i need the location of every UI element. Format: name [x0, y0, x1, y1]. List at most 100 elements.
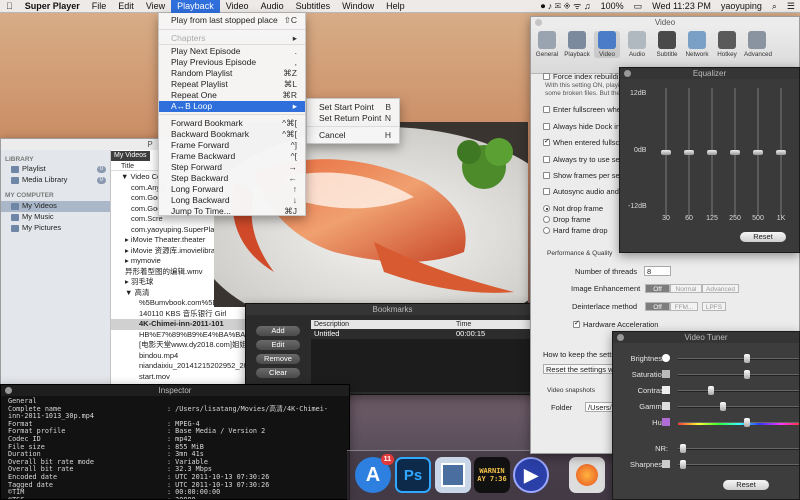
clock[interactable]: Wed 11:23 PM	[647, 0, 716, 13]
menu-list-icon[interactable]: ☰	[782, 0, 800, 13]
set-return-point-item[interactable]: Set Return Point N	[307, 113, 399, 124]
when-entered-checkbox[interactable]	[543, 137, 550, 146]
always-try-checkbox[interactable]	[543, 156, 550, 163]
eq-band-knob[interactable]	[776, 150, 786, 155]
gamma-slider[interactable]	[678, 406, 799, 408]
hue-slider[interactable]	[678, 422, 799, 425]
inspector-titlebar[interactable]: Inspector	[1, 385, 349, 396]
ab-loop-item[interactable]: A↔B Loop ▸	[159, 101, 305, 112]
deinterlace-off[interactable]: Off	[645, 302, 670, 311]
drop-frame-radio[interactable]	[543, 216, 550, 223]
menu-video[interactable]: Video	[220, 0, 255, 13]
random-playlist-item[interactable]: Random Playlist ⌘Z	[159, 68, 305, 79]
tab-general[interactable]: General	[534, 31, 560, 58]
menu-audio[interactable]: Audio	[255, 0, 290, 13]
battery-percent[interactable]: 100%	[596, 0, 629, 13]
tab-playback[interactable]: Playback	[564, 31, 590, 58]
eq-band-knob[interactable]	[730, 150, 740, 155]
deinterlace-ffm[interactable]: FFM...	[670, 302, 698, 311]
tab-video[interactable]: Video	[594, 31, 620, 58]
saturation-knob[interactable]	[744, 370, 750, 379]
no-drop-radio[interactable]	[543, 205, 550, 212]
close-icon[interactable]	[617, 334, 624, 341]
hard-drop-radio[interactable]	[543, 227, 550, 234]
sidebar-item-my-videos[interactable]: My Videos	[1, 201, 110, 212]
threads-field[interactable]: 8	[644, 266, 671, 276]
step-forward-item[interactable]: Step Forward →	[159, 162, 305, 173]
menu-file[interactable]: File	[86, 0, 113, 13]
cancel-loop-item[interactable]: Cancel H	[307, 130, 399, 141]
tab-subtitle[interactable]: Subtitle	[654, 31, 680, 58]
backward-bookmark-item[interactable]: Backward Bookmark ^⌘[	[159, 129, 305, 140]
menu-app-name[interactable]: Super Player	[19, 0, 86, 13]
set-start-point-item[interactable]: Set Start Point B	[307, 102, 399, 113]
tab-hotkey[interactable]: Hotkey	[714, 31, 740, 58]
super-player-icon[interactable]: ▶	[513, 457, 549, 493]
menu-view[interactable]: View	[140, 0, 171, 13]
apple-icon[interactable]: 	[0, 0, 19, 13]
tab-audio[interactable]: Audio	[624, 31, 650, 58]
column-description[interactable]: Description	[314, 320, 349, 329]
play-previous-episode-item[interactable]: Play Previous Episode,	[159, 57, 305, 68]
enter-fullscreen-checkbox[interactable]	[543, 106, 550, 113]
jump-to-time-item[interactable]: Jump To Time... ⌘J	[159, 206, 305, 217]
firefox-icon[interactable]	[569, 457, 605, 493]
repeat-playlist-item[interactable]: Repeat Playlist ⌘L	[159, 79, 305, 90]
force-index-checkbox[interactable]	[543, 73, 550, 80]
contrast-knob[interactable]	[708, 386, 714, 395]
status-icons[interactable]: ⏺ ♪ ✉ ◈ ᯤ ♫	[536, 0, 596, 13]
play-next-episode-item[interactable]: Play Next Episode.	[159, 46, 305, 57]
frame-backward-item[interactable]: Frame Backward ^[	[159, 151, 305, 162]
eq-band-knob[interactable]	[684, 150, 694, 155]
close-icon[interactable]	[5, 387, 12, 394]
hardware-acceleration-checkbox[interactable]	[573, 319, 580, 328]
nr-knob[interactable]	[680, 444, 687, 453]
sharpness-knob[interactable]	[680, 460, 687, 469]
bookmarks-titlebar[interactable]: Bookmarks	[246, 304, 539, 315]
tuner-titlebar[interactable]: Video Tuner	[613, 332, 799, 343]
menu-edit[interactable]: Edit	[112, 0, 140, 13]
image-enhancement-off[interactable]: Off	[645, 284, 670, 293]
tab-network[interactable]: Network	[684, 31, 710, 58]
saturation-slider[interactable]	[678, 374, 799, 376]
remove-bookmark-button[interactable]: Remove	[256, 354, 300, 364]
sidebar-item-my-pictures[interactable]: My Pictures	[1, 223, 110, 234]
eq-band-knob[interactable]	[707, 150, 717, 155]
bookmark-row[interactable]: Untitled 00:00:15	[311, 329, 531, 339]
tab-advanced[interactable]: Advanced	[744, 31, 772, 58]
long-forward-item[interactable]: Long Forward ↑	[159, 184, 305, 195]
equalizer-titlebar[interactable]: Equalizer	[620, 68, 799, 79]
nr-slider[interactable]	[678, 448, 799, 450]
prefs-titlebar[interactable]: Video	[531, 17, 799, 28]
repeat-one-item[interactable]: Repeat One ⌘R	[159, 90, 305, 101]
frame-forward-item[interactable]: Frame Forward ^]	[159, 140, 305, 151]
chapters-item[interactable]: Chapters ▸	[159, 33, 305, 44]
reset-settings-select[interactable]: Reset the settings w	[543, 364, 615, 374]
photoshop-icon[interactable]: Ps	[395, 457, 431, 493]
tab-my-videos[interactable]: My Videos	[111, 151, 150, 161]
long-backward-item[interactable]: Long Backward ↓	[159, 195, 305, 206]
step-backward-item[interactable]: Step Backward ←	[159, 173, 305, 184]
menu-window[interactable]: Window	[336, 0, 380, 13]
menu-subtitles[interactable]: Subtitles	[290, 0, 337, 13]
edit-bookmark-button[interactable]: Edit	[256, 340, 300, 350]
add-bookmark-button[interactable]: Add	[256, 326, 300, 336]
menu-playback[interactable]: Playback	[171, 0, 220, 13]
play-from-last-item[interactable]: Play from last stopped place ⇧C	[159, 15, 305, 26]
brightness-slider[interactable]	[678, 358, 799, 360]
snapshot-folder-field[interactable]: /Users/	[585, 402, 615, 412]
always-hide-dock-checkbox[interactable]	[543, 123, 550, 130]
gamma-knob[interactable]	[720, 402, 726, 411]
show-fps-checkbox[interactable]	[543, 172, 550, 179]
sidebar-item-media-library[interactable]: Media Library 0	[1, 175, 110, 186]
close-icon[interactable]	[535, 19, 542, 26]
image-enhancement-advanced[interactable]: Advanced	[702, 284, 739, 293]
menu-help[interactable]: Help	[380, 0, 411, 13]
hue-knob[interactable]	[744, 418, 750, 427]
tuner-reset-button[interactable]: Reset	[723, 480, 769, 490]
deinterlace-lpfs[interactable]: LPFS	[702, 302, 726, 311]
console-icon[interactable]: WARNIN AY 7:36	[474, 457, 510, 493]
user-name[interactable]: yaoyuping	[716, 0, 767, 13]
sharpness-slider[interactable]	[678, 464, 799, 466]
autosync-checkbox[interactable]	[543, 188, 550, 195]
